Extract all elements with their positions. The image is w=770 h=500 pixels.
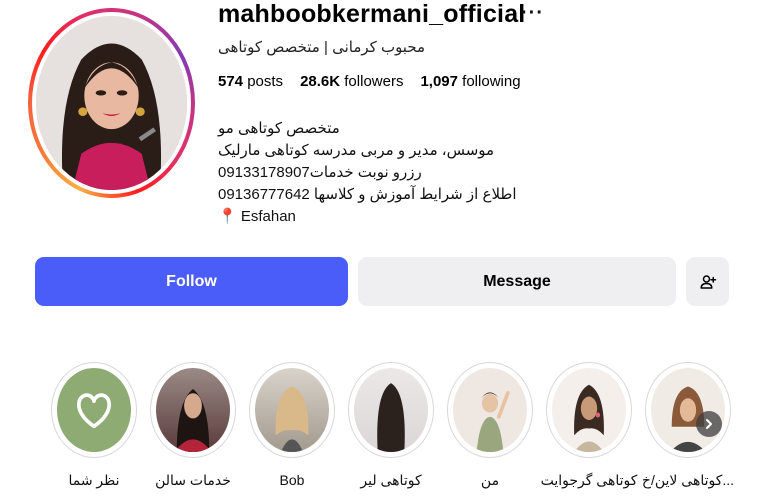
highlight-item[interactable]: کوتاهی گرجوایت <box>541 362 637 488</box>
bio-line: متخصص کوتاهی مو <box>218 120 340 137</box>
bio-line: موسس، مدیر و مربی مدرسه کوتاهی مارلیک <box>218 142 495 159</box>
highlight-item[interactable]: خدمات سالن <box>150 362 236 488</box>
chevron-right-icon <box>706 419 712 429</box>
posts-stat[interactable]: 574 posts <box>218 73 283 90</box>
highlight-item[interactable]: کوتاهی لیر <box>348 362 434 488</box>
highlights-next-button[interactable] <box>696 411 722 437</box>
profile-stats: 574 posts 28.6K followers 1,097 followin… <box>218 73 521 90</box>
story-highlights: نظر شما خدمات سالن Bob کوتاهی لیر من کوت… <box>0 362 770 500</box>
highlight-item[interactable]: من <box>447 362 533 488</box>
bio-line: رزرو نوبت خدمات09133178907 <box>218 164 422 181</box>
followers-stat[interactable]: 28.6K followers <box>300 73 403 90</box>
bio-line: اطلاع از شرایط آموزش و کلاسها 0913677764… <box>218 186 517 203</box>
profile-full-name: محبوب کرمانی | متخصص کوتاهی <box>218 39 426 56</box>
suggest-user-button[interactable] <box>686 257 729 306</box>
highlight-cover <box>453 368 527 452</box>
highlight-cover <box>156 368 230 452</box>
profile-avatar-ring[interactable] <box>28 8 195 198</box>
profile-bio: متخصص کوتاهی مو موسس، مدیر و مربی مدرسه … <box>218 118 517 228</box>
highlight-cover <box>57 368 131 452</box>
profile-username: mahboobkermani_official <box>218 0 526 28</box>
person-add-icon <box>700 274 716 289</box>
more-horizontal-icon[interactable]: ··· <box>521 2 544 25</box>
highlight-item[interactable]: نظر شما <box>51 362 137 488</box>
highlight-item[interactable]: کوتاهی لاین/خ... <box>642 362 734 488</box>
highlight-label: کوتاهی لاین/خ... <box>641 472 735 488</box>
highlight-item[interactable]: Bob <box>249 362 335 488</box>
highlight-cover <box>552 368 626 452</box>
heart-icon <box>77 393 111 429</box>
avatar-image <box>36 16 187 190</box>
profile-avatar <box>36 16 187 190</box>
highlight-cover <box>255 368 329 452</box>
following-stat[interactable]: 1,097 following <box>420 73 520 90</box>
message-button[interactable]: Message <box>358 257 676 306</box>
highlight-cover <box>354 368 428 452</box>
highlight-cover <box>651 368 725 452</box>
follow-button[interactable]: Follow <box>35 257 348 306</box>
bio-location: 📍 Esfahan <box>218 208 296 225</box>
